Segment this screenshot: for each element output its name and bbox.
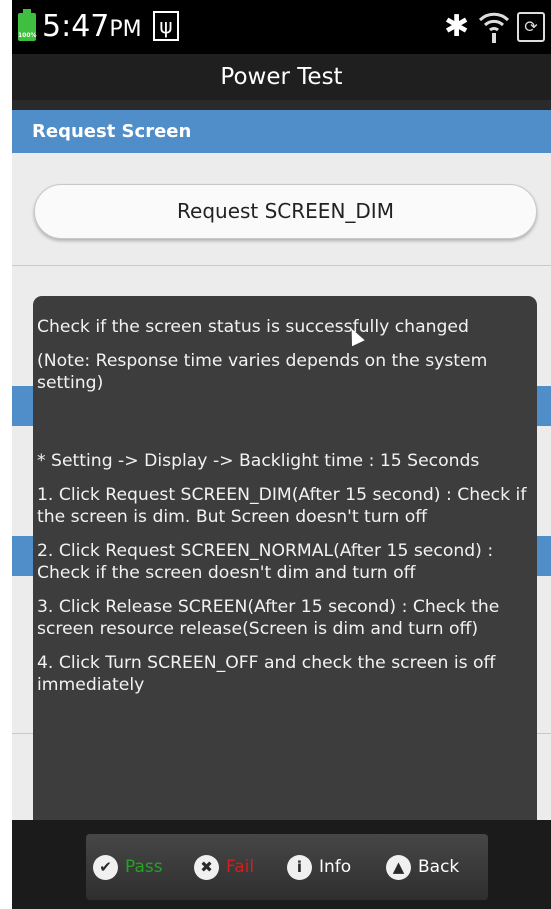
fail-button[interactable]: ✖ Fail: [187, 834, 280, 900]
section-header-request-screen: Request Screen: [12, 110, 551, 153]
hidden-section-header-edge: [12, 386, 34, 426]
pass-label: Pass: [125, 857, 163, 877]
info-spacer: [37, 406, 532, 450]
info-step-2: 2. Click Request SCREEN_NORMAL(After 15 …: [37, 541, 494, 583]
back-label: Back: [418, 857, 460, 877]
info-note: (Note: Response time varies depends on t…: [37, 351, 488, 393]
bottom-action-bar: ✔ Pass ✖ Fail i Info ▲ Back: [12, 820, 551, 909]
info-step-4: 4. Click Turn SCREEN_OFF and check the s…: [37, 653, 496, 695]
info-setting: * Setting -> Display -> Backlight time :…: [37, 451, 480, 471]
battery-icon: 100%: [18, 9, 37, 41]
info-icon: i: [287, 854, 312, 880]
divider: [12, 265, 551, 266]
info-step-3: 3. Click Release SCREEN(After 15 second)…: [37, 597, 500, 639]
status-clock: 5:47PM: [42, 8, 142, 49]
action-button-group: ✔ Pass ✖ Fail i Info ▲ Back: [86, 834, 488, 900]
clock-ampm: PM: [109, 17, 142, 42]
usb-icon: ψ: [153, 11, 179, 41]
info-label: Info: [319, 857, 352, 877]
fail-label: Fail: [226, 857, 255, 877]
page-title: Power Test: [12, 54, 551, 110]
wifi-icon: [478, 12, 510, 43]
status-bar: 100% 5:47PM ψ ✱ ⟳: [12, 0, 551, 54]
hidden-section-header-edge: [12, 536, 34, 576]
info-button[interactable]: i Info: [280, 834, 379, 900]
pass-button[interactable]: ✔ Pass: [86, 834, 187, 900]
sync-icon: ⟳: [517, 12, 545, 42]
back-button[interactable]: ▲ Back: [379, 834, 488, 900]
battery-percent: 100%: [18, 32, 37, 39]
bluetooth-icon: ✱: [444, 9, 470, 44]
hidden-section-header-edge-right: [537, 386, 551, 426]
info-line: Check if the screen status is successful…: [37, 317, 469, 337]
home-icon: ▲: [386, 854, 411, 880]
request-screen-dim-button[interactable]: Request SCREEN_DIM: [34, 184, 537, 239]
info-dialog: Check if the screen status is successful…: [33, 296, 537, 830]
close-icon: ✖: [194, 854, 219, 880]
clock-time: 5:47: [42, 9, 110, 44]
info-step-1: 1. Click Request SCREEN_DIM(After 15 sec…: [37, 485, 527, 527]
check-icon: ✔: [93, 854, 118, 880]
hidden-section-header-edge-right: [537, 536, 551, 576]
